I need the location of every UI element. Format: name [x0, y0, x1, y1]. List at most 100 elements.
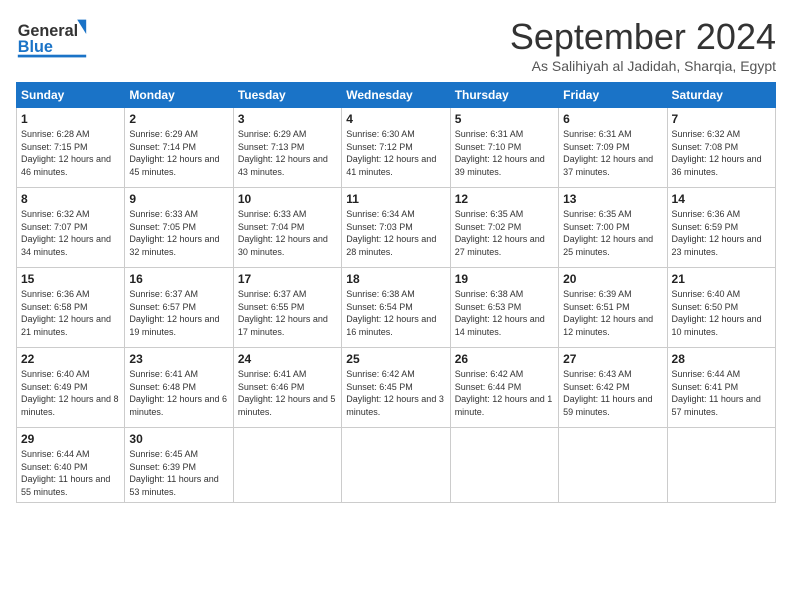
day-number: 20 [563, 272, 662, 286]
calendar-day-cell [559, 428, 667, 503]
day-number: 29 [21, 432, 120, 446]
day-number: 21 [672, 272, 771, 286]
page-header: General Blue September 2024 As Salihiyah… [16, 16, 776, 74]
day-info: Sunrise: 6:42 AMSunset: 6:44 PMDaylight:… [455, 368, 554, 418]
day-info: Sunrise: 6:28 AMSunset: 7:15 PMDaylight:… [21, 128, 120, 178]
day-info: Sunrise: 6:31 AMSunset: 7:10 PMDaylight:… [455, 128, 554, 178]
day-info: Sunrise: 6:29 AMSunset: 7:14 PMDaylight:… [129, 128, 228, 178]
calendar-day-cell [233, 428, 341, 503]
calendar-day-cell: 8 Sunrise: 6:32 AMSunset: 7:07 PMDaylight… [17, 188, 125, 268]
day-number: 16 [129, 272, 228, 286]
calendar-day-cell: 23 Sunrise: 6:41 AMSunset: 6:48 PMDayligh… [125, 348, 233, 428]
weekday-header-cell: Wednesday [342, 83, 450, 108]
day-info: Sunrise: 6:41 AMSunset: 6:48 PMDaylight:… [129, 368, 228, 418]
calendar-day-cell: 10 Sunrise: 6:33 AMSunset: 7:04 PMDayligh… [233, 188, 341, 268]
calendar-day-cell: 27 Sunrise: 6:43 AMSunset: 6:42 PMDayligh… [559, 348, 667, 428]
calendar-day-cell: 26 Sunrise: 6:42 AMSunset: 6:44 PMDayligh… [450, 348, 558, 428]
day-number: 8 [21, 192, 120, 206]
day-number: 14 [672, 192, 771, 206]
month-title: September 2024 [510, 16, 776, 58]
day-info: Sunrise: 6:36 AMSunset: 6:59 PMDaylight:… [672, 208, 771, 258]
day-number: 24 [238, 352, 337, 366]
day-number: 19 [455, 272, 554, 286]
day-number: 5 [455, 112, 554, 126]
calendar-day-cell: 14 Sunrise: 6:36 AMSunset: 6:59 PMDayligh… [667, 188, 775, 268]
day-info: Sunrise: 6:32 AMSunset: 7:07 PMDaylight:… [21, 208, 120, 258]
day-info: Sunrise: 6:33 AMSunset: 7:05 PMDaylight:… [129, 208, 228, 258]
calendar-day-cell: 2 Sunrise: 6:29 AMSunset: 7:14 PMDaylight… [125, 108, 233, 188]
calendar-day-cell: 20 Sunrise: 6:39 AMSunset: 6:51 PMDayligh… [559, 268, 667, 348]
title-block: September 2024 As Salihiyah al Jadidah, … [510, 16, 776, 74]
calendar-body: 1 Sunrise: 6:28 AMSunset: 7:15 PMDaylight… [17, 108, 776, 503]
logo: General Blue [16, 16, 106, 61]
calendar-day-cell: 12Sunrise: 6:35 AMSunset: 7:02 PMDayligh… [450, 188, 558, 268]
calendar-day-cell: 29Sunrise: 6:44 AMSunset: 6:40 PMDayligh… [17, 428, 125, 503]
day-info: Sunrise: 6:37 AMSunset: 6:57 PMDaylight:… [129, 288, 228, 338]
calendar-day-cell: 3 Sunrise: 6:29 AMSunset: 7:13 PMDaylight… [233, 108, 341, 188]
calendar-day-cell: 21 Sunrise: 6:40 AMSunset: 6:50 PMDayligh… [667, 268, 775, 348]
day-number: 30 [129, 432, 228, 446]
day-number: 3 [238, 112, 337, 126]
calendar-day-cell: 1 Sunrise: 6:28 AMSunset: 7:15 PMDaylight… [17, 108, 125, 188]
day-number: 25 [346, 352, 445, 366]
calendar-day-cell: 24Sunrise: 6:41 AMSunset: 6:46 PMDayligh… [233, 348, 341, 428]
day-number: 1 [21, 112, 120, 126]
calendar-day-cell: 28Sunrise: 6:44 AMSunset: 6:41 PMDayligh… [667, 348, 775, 428]
weekday-header-cell: Monday [125, 83, 233, 108]
calendar-day-cell: 7Sunrise: 6:32 AMSunset: 7:08 PMDaylight… [667, 108, 775, 188]
day-info: Sunrise: 6:44 AMSunset: 6:41 PMDaylight:… [672, 368, 771, 418]
calendar-day-cell [667, 428, 775, 503]
day-number: 15 [21, 272, 120, 286]
calendar-week-row: 15Sunrise: 6:36 AMSunset: 6:58 PMDayligh… [17, 268, 776, 348]
day-info: Sunrise: 6:40 AMSunset: 6:50 PMDaylight:… [672, 288, 771, 338]
day-number: 23 [129, 352, 228, 366]
day-info: Sunrise: 6:38 AMSunset: 6:53 PMDaylight:… [455, 288, 554, 338]
day-number: 22 [21, 352, 120, 366]
calendar-week-row: 8 Sunrise: 6:32 AMSunset: 7:07 PMDaylight… [17, 188, 776, 268]
day-number: 2 [129, 112, 228, 126]
day-info: Sunrise: 6:39 AMSunset: 6:51 PMDaylight:… [563, 288, 662, 338]
day-number: 9 [129, 192, 228, 206]
day-info: Sunrise: 6:37 AMSunset: 6:55 PMDaylight:… [238, 288, 337, 338]
calendar-day-cell: 9 Sunrise: 6:33 AMSunset: 7:05 PMDaylight… [125, 188, 233, 268]
calendar-day-cell: 19 Sunrise: 6:38 AMSunset: 6:53 PMDayligh… [450, 268, 558, 348]
day-number: 4 [346, 112, 445, 126]
day-info: Sunrise: 6:34 AMSunset: 7:03 PMDaylight:… [346, 208, 445, 258]
logo-svg: General Blue [16, 16, 106, 61]
calendar-week-row: 1 Sunrise: 6:28 AMSunset: 7:15 PMDaylight… [17, 108, 776, 188]
calendar-day-cell [450, 428, 558, 503]
weekday-header-cell: Tuesday [233, 83, 341, 108]
day-info: Sunrise: 6:42 AMSunset: 6:45 PMDaylight:… [346, 368, 445, 418]
weekday-header-cell: Friday [559, 83, 667, 108]
day-info: Sunrise: 6:38 AMSunset: 6:54 PMDaylight:… [346, 288, 445, 338]
day-number: 26 [455, 352, 554, 366]
calendar-day-cell: 5 Sunrise: 6:31 AMSunset: 7:10 PMDaylight… [450, 108, 558, 188]
day-info: Sunrise: 6:30 AMSunset: 7:12 PMDaylight:… [346, 128, 445, 178]
calendar-day-cell [342, 428, 450, 503]
calendar-week-row: 22 Sunrise: 6:40 AMSunset: 6:49 PMDayligh… [17, 348, 776, 428]
weekday-header-cell: Thursday [450, 83, 558, 108]
day-info: Sunrise: 6:33 AMSunset: 7:04 PMDaylight:… [238, 208, 337, 258]
weekday-header-cell: Sunday [17, 83, 125, 108]
day-number: 12 [455, 192, 554, 206]
calendar-day-cell: 22 Sunrise: 6:40 AMSunset: 6:49 PMDayligh… [17, 348, 125, 428]
day-number: 13 [563, 192, 662, 206]
location-subtitle: As Salihiyah al Jadidah, Sharqia, Egypt [510, 58, 776, 74]
day-info: Sunrise: 6:29 AMSunset: 7:13 PMDaylight:… [238, 128, 337, 178]
day-info: Sunrise: 6:43 AMSunset: 6:42 PMDaylight:… [563, 368, 662, 418]
day-number: 18 [346, 272, 445, 286]
day-number: 11 [346, 192, 445, 206]
day-info: Sunrise: 6:40 AMSunset: 6:49 PMDaylight:… [21, 368, 120, 418]
calendar-day-cell: 16 Sunrise: 6:37 AMSunset: 6:57 PMDayligh… [125, 268, 233, 348]
calendar-day-cell: 6Sunrise: 6:31 AMSunset: 7:09 PMDaylight… [559, 108, 667, 188]
calendar-day-cell: 15Sunrise: 6:36 AMSunset: 6:58 PMDayligh… [17, 268, 125, 348]
day-number: 17 [238, 272, 337, 286]
svg-text:Blue: Blue [18, 38, 53, 56]
day-info: Sunrise: 6:35 AMSunset: 7:00 PMDaylight:… [563, 208, 662, 258]
day-number: 10 [238, 192, 337, 206]
weekday-header-row: SundayMondayTuesdayWednesdayThursdayFrid… [17, 83, 776, 108]
calendar-week-row: 29Sunrise: 6:44 AMSunset: 6:40 PMDayligh… [17, 428, 776, 503]
day-info: Sunrise: 6:31 AMSunset: 7:09 PMDaylight:… [563, 128, 662, 178]
day-number: 27 [563, 352, 662, 366]
day-info: Sunrise: 6:45 AMSunset: 6:39 PMDaylight:… [129, 448, 228, 498]
